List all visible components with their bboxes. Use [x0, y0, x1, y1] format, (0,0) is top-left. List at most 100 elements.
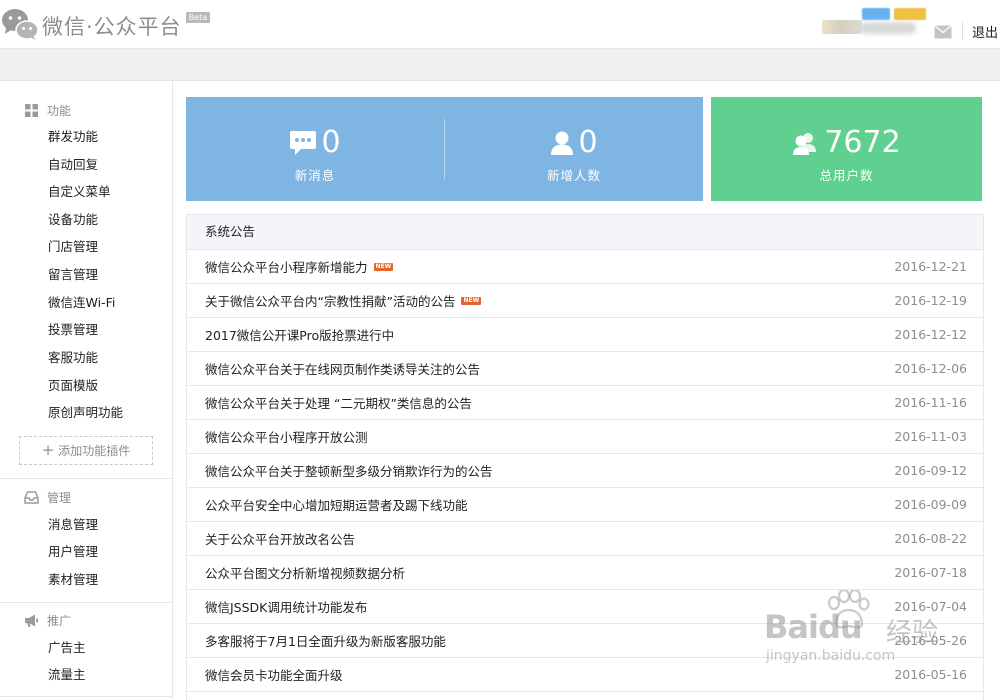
notice-row[interactable]: 多客服将于7月1日全面升级为新版客服功能 2016-05-26 [187, 624, 983, 658]
sidebar-section-title: 管理 [47, 490, 72, 505]
new-users-count: 0 [578, 125, 598, 160]
stats-card-messages-users: 0 新消息 0 新增人数 [186, 97, 703, 201]
wechat-logo-icon [2, 9, 39, 40]
notice-date: 2016-12-21 [894, 259, 967, 274]
notice-date: 2016-05-16 [894, 667, 967, 682]
chat-bubble-icon [290, 131, 317, 155]
sidebar-item-auto-reply[interactable]: 自动回复 [48, 157, 98, 173]
notice-date: 2016-11-03 [894, 429, 967, 444]
sidebar-section-promote: 推广 [24, 610, 71, 630]
account-name[interactable] [860, 22, 916, 34]
stat-new-messages[interactable]: 0 新消息 [186, 97, 444, 201]
megaphone-icon [25, 614, 39, 627]
notice-title[interactable]: 微信公众平台小程序新增能力 [187, 257, 368, 276]
notice-row[interactable]: 2017微信公开课Pro版抢票进行中 2016-12-12 [187, 318, 983, 352]
notice-date: 2016-11-16 [894, 395, 967, 410]
sidebar-item-mass-send[interactable]: 群发功能 [48, 129, 98, 145]
new-badge: NEW [461, 296, 482, 305]
notice-panel-title: 系统公告 [187, 215, 983, 250]
sidebar-item-advertiser[interactable]: 广告主 [48, 640, 86, 656]
add-plugin-button[interactable]: + 添加功能插件 [19, 436, 153, 465]
app-title: 微信·公众平台 [42, 15, 182, 39]
notice-date: 2016-08-22 [894, 531, 967, 546]
grid-icon [25, 103, 38, 117]
sidebar-item-users[interactable]: 用户管理 [48, 544, 98, 560]
sidebar-section-title: 功能 [47, 103, 72, 118]
sidebar-item-customer-service[interactable]: 客服功能 [48, 350, 98, 366]
sidebar-divider [0, 602, 172, 603]
sidebar-item-materials[interactable]: 素材管理 [48, 572, 98, 588]
new-messages-count: 0 [321, 125, 341, 160]
notice-row[interactable]: 微信公众平台关于处理 “二元期权”类信息的公告 2016-11-16 [187, 386, 983, 420]
header-divider [962, 22, 963, 40]
sidebar-section-features: 功能 [24, 100, 71, 120]
notice-list: 微信公众平台小程序新增能力 NEW 2016-12-21 关于微信公众平台内“宗教性捐… [187, 250, 983, 692]
notice-row[interactable]: 关于公众平台开放改名公告 2016-08-22 [187, 522, 983, 556]
notice-title[interactable]: 微信公众平台小程序开放公测 [187, 427, 368, 446]
sidebar-item-custom-menu[interactable]: 自定义菜单 [48, 184, 111, 200]
notice-title[interactable]: 微信公众平台关于在线网页制作类诱导关注的公告 [187, 359, 480, 378]
notice-title[interactable]: 公众平台安全中心增加短期运营者及踢下线功能 [187, 495, 468, 514]
notice-date: 2016-09-09 [894, 497, 967, 512]
people-icon [793, 133, 817, 155]
person-icon [551, 131, 574, 155]
total-users-count: 7672 [824, 125, 901, 160]
new-messages-label: 新消息 [294, 168, 336, 183]
stat-total-users[interactable]: 7672 总用户数 [711, 97, 982, 201]
notice-row[interactable]: 微信公众平台小程序开放公测 2016-11-03 [187, 420, 983, 454]
notice-title[interactable]: 2017微信公开课Pro版抢票进行中 [187, 325, 394, 344]
notice-row[interactable]: 微信公众平台小程序新增能力 NEW 2016-12-21 [187, 250, 983, 284]
notice-date: 2016-12-12 [894, 327, 967, 342]
notice-row[interactable]: 公众平台安全中心增加短期运营者及踢下线功能 2016-09-09 [187, 488, 983, 522]
sidebar: 功能 群发功能 自动回复 自定义菜单 设备功能 门店管理 留言管理 微信连Wi-… [0, 81, 173, 699]
sidebar-item-device[interactable]: 设备功能 [48, 212, 98, 228]
sidebar-section-title: 推广 [47, 613, 72, 628]
sidebar-item-wifi[interactable]: 微信连Wi-Fi [48, 295, 115, 311]
notice-row[interactable]: 微信JSSDK调用统计功能发布 2016-07-04 [187, 590, 983, 624]
beta-badge: Beta [185, 12, 211, 23]
sidebar-section-manage: 管理 [24, 487, 71, 507]
notice-date: 2016-07-18 [894, 565, 967, 580]
notice-title[interactable]: 关于微信公众平台内“宗教性捐献”活动的公告 [187, 291, 455, 310]
notice-row[interactable]: 微信会员卡功能全面升级 2016-05-16 [187, 658, 983, 692]
account-avatar[interactable] [822, 20, 862, 34]
sidebar-item-page-template[interactable]: 页面模版 [48, 378, 98, 394]
sidebar-item-store[interactable]: 门店管理 [48, 239, 98, 255]
notice-date: 2016-12-06 [894, 361, 967, 376]
notice-title[interactable]: 多客服将于7月1日全面升级为新版客服功能 [187, 631, 446, 650]
add-plugin-label: 添加功能插件 [58, 444, 131, 458]
notice-title[interactable]: 微信公众平台关于处理 “二元期权”类信息的公告 [187, 393, 472, 412]
notice-date: 2016-07-04 [894, 599, 967, 614]
notice-title[interactable]: 公众平台图文分析新增视频数据分析 [187, 563, 405, 582]
logout-link[interactable]: 退出 [972, 22, 998, 41]
notice-row[interactable]: 微信公众平台关于在线网页制作类诱导关注的公告 2016-12-06 [187, 352, 983, 386]
sidebar-item-messages[interactable]: 消息管理 [48, 517, 98, 533]
total-users-label: 总用户数 [819, 168, 874, 183]
sidebar-divider [0, 696, 172, 697]
sidebar-item-publisher[interactable]: 流量主 [48, 667, 86, 683]
sidebar-item-original-claim[interactable]: 原创声明功能 [48, 405, 123, 421]
sidebar-divider [0, 478, 172, 479]
stat-new-users[interactable]: 0 新增人数 [445, 97, 703, 201]
sidebar-item-comments[interactable]: 留言管理 [48, 267, 98, 283]
verified-badge [894, 8, 926, 20]
system-notice-panel: 系统公告 微信公众平台小程序新增能力 NEW 2016-12-21 关于微信公众平台内… [186, 214, 984, 700]
notice-row[interactable]: 关于微信公众平台内“宗教性捐献”活动的公告 NEW 2016-12-19 [187, 284, 983, 318]
plus-icon: + [41, 441, 55, 459]
inbox-icon [24, 490, 39, 504]
notice-title[interactable]: 微信会员卡功能全面升级 [187, 665, 343, 684]
notice-title[interactable]: 关于公众平台开放改名公告 [187, 529, 355, 548]
top-header: 微信·公众平台 Beta 退出 [0, 0, 1000, 49]
notice-row[interactable]: 公众平台图文分析新增视频数据分析 2016-07-18 [187, 556, 983, 590]
logo[interactable]: 微信·公众平台 Beta [0, 6, 211, 42]
notice-row[interactable]: 微信公众平台关于整顿新型多级分销欺诈行为的公告 2016-09-12 [187, 454, 983, 488]
notice-title[interactable]: 微信JSSDK调用统计功能发布 [187, 597, 367, 616]
new-users-label: 新增人数 [546, 168, 601, 183]
notice-title[interactable]: 微信公众平台关于整顿新型多级分销欺诈行为的公告 [187, 461, 493, 480]
new-badge: NEW [373, 262, 394, 271]
mail-icon[interactable] [934, 25, 952, 39]
sidebar-item-vote[interactable]: 投票管理 [48, 322, 98, 338]
notice-date: 2016-12-19 [894, 293, 967, 308]
notice-date: 2016-05-26 [894, 633, 967, 648]
toolbar-strip [0, 49, 1000, 81]
